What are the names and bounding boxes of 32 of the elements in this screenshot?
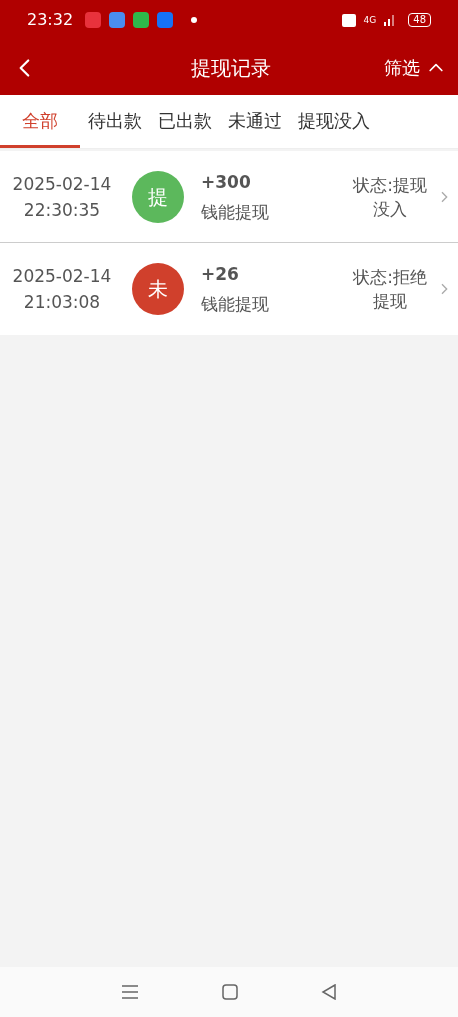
tab[interactable]: 已出款 bbox=[150, 95, 220, 148]
record-time: 21:03:08 bbox=[23, 291, 101, 314]
record-amount: +26 bbox=[201, 263, 240, 286]
back-triangle-icon[interactable] bbox=[320, 984, 337, 1000]
network-label: 4G bbox=[363, 15, 377, 25]
battery-icon: 48 bbox=[408, 13, 431, 27]
record-time: 22:30:35 bbox=[23, 198, 101, 222]
app-icon bbox=[109, 12, 126, 28]
tab[interactable]: 全部 bbox=[0, 95, 80, 148]
record-date: 2025-02-14 bbox=[12, 265, 112, 288]
clock: 23:32 bbox=[27, 9, 74, 31]
tab[interactable]: 未通过 bbox=[220, 95, 290, 148]
home-icon[interactable] bbox=[222, 984, 238, 1000]
record-date: 2025-02-14 bbox=[12, 172, 112, 196]
record-status: 状态:拒绝提现 bbox=[352, 266, 428, 313]
record-row[interactable]: 2025-02-14 22:30:35 提 +300 钱能提现 状态:提现没入 bbox=[0, 151, 458, 243]
page-title: 提现记录 bbox=[190, 54, 272, 82]
tab[interactable]: 待出款 bbox=[80, 95, 150, 148]
app-icon bbox=[157, 12, 174, 28]
record-amount: +300 bbox=[201, 170, 252, 194]
record-row[interactable]: 2025-02-14 21:03:08 未 +26 钱能提现 状态:拒绝提现 bbox=[0, 243, 458, 335]
app-icon bbox=[85, 12, 102, 28]
status-badge: 未 bbox=[132, 263, 184, 315]
menu-icon[interactable] bbox=[121, 984, 140, 1000]
filter-button[interactable]: 筛选 bbox=[384, 54, 446, 81]
app-icon bbox=[133, 12, 150, 28]
record-status: 状态:提现没入 bbox=[352, 173, 428, 221]
record-type: 钱能提现 bbox=[201, 293, 270, 316]
status-badge: 提 bbox=[132, 170, 184, 223]
signal-icon bbox=[384, 14, 397, 26]
tab[interactable]: 提现没入 bbox=[290, 95, 378, 148]
record-type: 钱能提现 bbox=[201, 200, 270, 224]
